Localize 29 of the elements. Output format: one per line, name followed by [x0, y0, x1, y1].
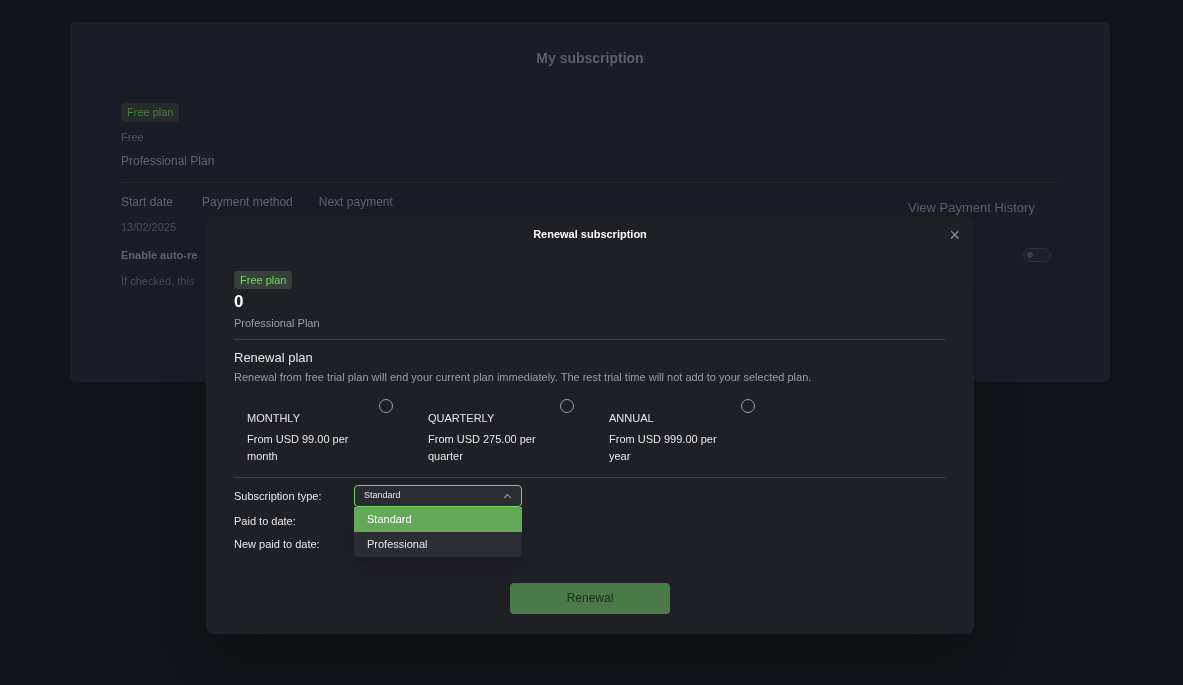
plan-name: Professional Plan — [234, 315, 321, 331]
plan-name: Professional Plan — [121, 152, 216, 170]
select-field[interactable]: Standard — [354, 484, 522, 507]
field-label: Paid to date: — [234, 513, 296, 529]
toggle-switch[interactable] — [1023, 248, 1051, 262]
plan-badge: Free plan — [121, 103, 180, 122]
column-label: Start date — [121, 193, 175, 211]
plan-price: From USD 999.00 per year — [609, 431, 718, 464]
dropdown-option[interactable]: Standard — [354, 506, 522, 532]
dropdown-option[interactable]: Professional — [354, 531, 522, 557]
setting-label: Enable auto-re — [121, 248, 198, 263]
plan-title: ANNUAL — [609, 411, 655, 427]
field-label: Subscription type: — [234, 488, 323, 504]
field-label: New paid to date: — [234, 536, 320, 552]
page-title: My subscription — [535, 49, 645, 68]
plan-title: QUARTERLY — [428, 411, 496, 427]
section-title: Renewal plan — [234, 349, 314, 368]
plan-title: MONTHLY — [247, 411, 301, 427]
chevron-icon — [503, 492, 512, 499]
plan-price: From USD 99.00 per month — [247, 431, 350, 464]
plan-badge: Free plan — [234, 270, 293, 289]
section-note: Renewal from free trial plan will end your current plan immediately. The rest trial time will not add to your selected plan. — [234, 369, 813, 385]
renewal-button[interactable]: Renewal — [510, 582, 670, 614]
dialog-title: Renewal subscription — [532, 227, 648, 242]
plan-price: From USD 275.00 per quarter — [428, 431, 537, 464]
column-label: Payment method — [202, 193, 293, 211]
price-text: 0 — [234, 290, 245, 312]
column-label: Next payment — [318, 193, 393, 211]
close-button[interactable]: × — [949, 226, 960, 244]
